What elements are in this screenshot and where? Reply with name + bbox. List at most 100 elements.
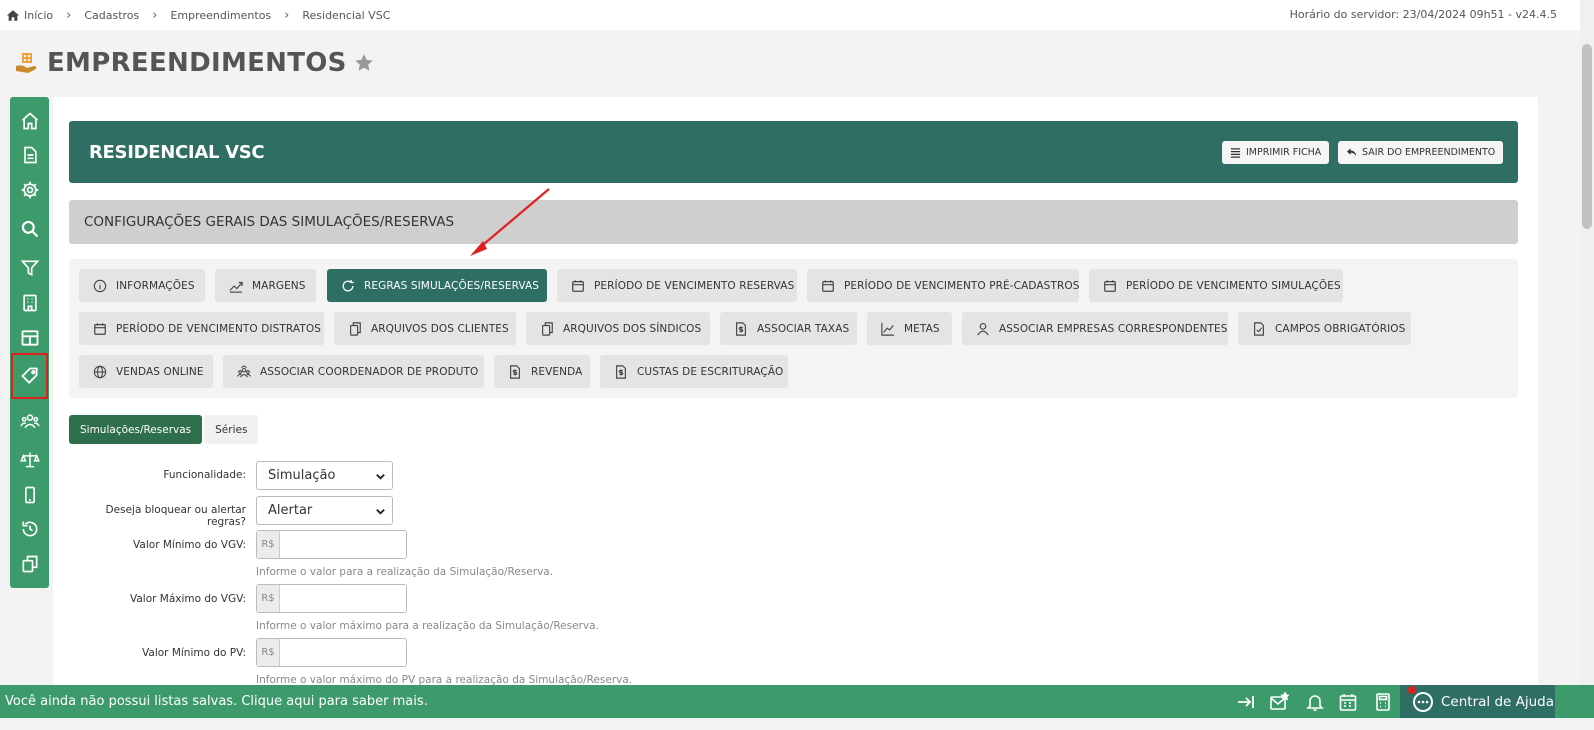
tab-label: VENDAS ONLINE <box>116 365 204 378</box>
tab-associar-taxas[interactable]: ASSOCIAR TAXAS <box>720 312 857 345</box>
tab-label: PERÍODO DE VENCIMENTO SIMULAÇÕES <box>1126 279 1341 292</box>
tab-arquivos-clientes[interactable]: ARQUIVOS DOS CLIENTES <box>334 312 516 345</box>
sidebar-item-legal[interactable] <box>10 443 49 477</box>
tab-informacoes[interactable]: INFORMAÇÕES <box>79 269 205 302</box>
pv-min-label: Valor Mínimo do PV: <box>142 647 246 659</box>
subtab-series[interactable]: Séries <box>204 415 259 444</box>
calendar-icon <box>1104 279 1116 292</box>
chevron-right-icon: › <box>66 7 72 23</box>
tab-arquivos-sindicos[interactable]: ARQUIVOS DOS SÍNDICOS <box>526 312 710 345</box>
files-icon <box>542 321 553 336</box>
tab-label: PERÍODO DE VENCIMENTO PRÉ-CADASTROS <box>844 279 1080 292</box>
enterprise-banner: RESIDENCIAL VSC IMPRIMIR FICHA SAIR DO E… <box>69 121 1518 183</box>
tab-margens[interactable]: MARGENS <box>215 269 316 302</box>
chevron-down-icon <box>376 474 385 480</box>
vgv-min-label: Valor Mínimo do VGV: <box>133 539 246 551</box>
scale-icon <box>19 452 40 468</box>
team-icon <box>237 364 251 378</box>
mail-star-icon[interactable] <box>1269 692 1289 712</box>
tab-label: REGRAS SIMULAÇÕES/RESERVAS <box>364 279 540 292</box>
calendar-icon[interactable] <box>1338 692 1358 712</box>
help-center-button[interactable]: Central de Ajuda <box>1400 685 1555 718</box>
bell-icon[interactable] <box>1305 692 1325 712</box>
funcionalidade-value: Simulação <box>268 468 336 483</box>
calculator-icon[interactable] <box>1373 692 1393 712</box>
breadcrumb-cadastros[interactable]: Cadastros <box>84 9 139 22</box>
star-icon[interactable] <box>353 52 375 74</box>
table-icon <box>21 330 38 346</box>
search-icon <box>21 220 38 238</box>
saved-lists-message[interactable]: Você ainda não possui listas salvas. Cli… <box>5 694 428 709</box>
user-icon <box>977 322 989 335</box>
tab-coordenador-produto[interactable]: ASSOCIAR COORDENADOR DE PRODUTO <box>223 355 484 388</box>
sidebar-item-history[interactable] <box>10 512 49 546</box>
vgv-max-input[interactable]: R$ <box>256 584 407 613</box>
sidebar-item-tags[interactable] <box>11 353 48 399</box>
money-doc-icon <box>616 364 626 379</box>
breadcrumb-home[interactable]: Início <box>24 9 53 22</box>
bloquear-label: Deseja bloquear ou alertar regras? <box>105 504 246 528</box>
sidebar-item-search[interactable] <box>10 212 49 246</box>
sidebar-item-filter[interactable] <box>10 251 49 285</box>
home-icon[interactable] <box>6 9 20 22</box>
filter-icon <box>20 260 39 277</box>
tab-vencimento-reservas[interactable]: PERÍODO DE VENCIMENTO RESERVAS <box>557 269 797 302</box>
money-doc-icon <box>736 321 746 336</box>
page-title: EMPREENDIMENTOS <box>47 48 347 78</box>
tag-icon <box>20 367 38 384</box>
collapse-icon[interactable] <box>1236 692 1256 712</box>
sidebar-item-copy[interactable] <box>10 547 49 581</box>
subtab-simulacoes-reservas[interactable]: Simulações/Reservas <box>69 415 203 444</box>
tab-revenda[interactable]: REVENDA <box>494 355 590 388</box>
bloquear-select[interactable]: Alertar <box>256 496 393 525</box>
currency-prefix: R$ <box>257 585 280 612</box>
tab-vencimento-simulacoes[interactable]: PERÍODO DE VENCIMENTO SIMULAÇÕES <box>1089 269 1343 302</box>
print-sheet-button[interactable]: IMPRIMIR FICHA <box>1222 141 1330 164</box>
gear-icon <box>21 181 38 199</box>
tab-label: REVENDA <box>531 365 583 378</box>
copy-icon <box>22 555 37 573</box>
server-time: Horário do servidor: 23/04/2024 09h51 - … <box>1289 8 1557 21</box>
exit-enterprise-button[interactable]: SAIR DO EMPREENDIMENTO <box>1338 141 1504 164</box>
tab-vendas-online[interactable]: VENDAS ONLINE <box>79 355 213 388</box>
building-hand-icon <box>16 53 37 73</box>
users-icon <box>19 414 40 429</box>
sidebar-item-tables[interactable] <box>10 321 49 355</box>
sidebar-item-users[interactable] <box>10 404 49 438</box>
tab-label: ARQUIVOS DOS CLIENTES <box>371 322 509 335</box>
vgv-min-input[interactable]: R$ <box>256 530 407 559</box>
breadcrumb-empreendimentos[interactable]: Empreendimentos <box>170 9 271 22</box>
chevron-right-icon: › <box>152 7 158 23</box>
page-scrollbar[interactable] <box>1580 0 1594 698</box>
calendar-icon <box>94 322 106 335</box>
tab-campos-obrigatorios[interactable]: CAMPOS OBRIGATÓRIOS <box>1238 312 1411 345</box>
tab-label: INFORMAÇÕES <box>116 279 195 292</box>
tab-label: PERÍODO DE VENCIMENTO RESERVAS <box>594 279 795 292</box>
funcionalidade-select[interactable]: Simulação <box>256 461 393 490</box>
enterprise-name: RESIDENCIAL VSC <box>89 142 265 163</box>
sidebar-item-buildings[interactable] <box>10 286 49 320</box>
chat-icon <box>1413 691 1433 712</box>
vgv-max-label: Valor Máximo do VGV: <box>129 593 246 605</box>
annotation-arrow <box>470 188 550 256</box>
home-icon <box>21 112 38 130</box>
sidebar-item-settings[interactable] <box>10 173 49 207</box>
sidebar-item-mobile[interactable] <box>10 478 49 512</box>
exit-enterprise-label: SAIR DO EMPREENDIMENTO <box>1362 147 1496 158</box>
tab-regras-simulacoes[interactable]: REGRAS SIMULAÇÕES/RESERVAS <box>327 269 547 302</box>
tab-label: CUSTAS DE ESCRITURAÇÃO <box>637 365 784 378</box>
tab-metas[interactable]: METAS <box>867 312 952 345</box>
scrollbar-thumb[interactable] <box>1582 44 1592 229</box>
tab-vencimento-distratos[interactable]: PERÍODO DE VENCIMENTO DISTRATOS <box>79 312 324 345</box>
tab-vencimento-pre-cadastros[interactable]: PERÍODO DE VENCIMENTO PRÉ-CADASTROS <box>807 269 1079 302</box>
section-title: CONFIGURAÇÕES GERAIS DAS SIMULAÇÕES/RESE… <box>84 214 455 230</box>
chevron-right-icon: › <box>284 7 290 23</box>
pv-min-input[interactable]: R$ <box>256 638 407 667</box>
sidebar-item-home[interactable] <box>10 104 49 138</box>
tab-label: ASSOCIAR COORDENADOR DE PRODUTO <box>260 365 479 378</box>
chart-up-icon <box>229 281 243 293</box>
sidebar-item-documents[interactable] <box>10 138 49 172</box>
money-doc-icon <box>510 364 520 379</box>
tab-custas-escrituracao[interactable]: CUSTAS DE ESCRITURAÇÃO <box>600 355 788 388</box>
tab-empresas-correspondentes[interactable]: ASSOCIAR EMPRESAS CORRESPONDENTES <box>962 312 1228 345</box>
